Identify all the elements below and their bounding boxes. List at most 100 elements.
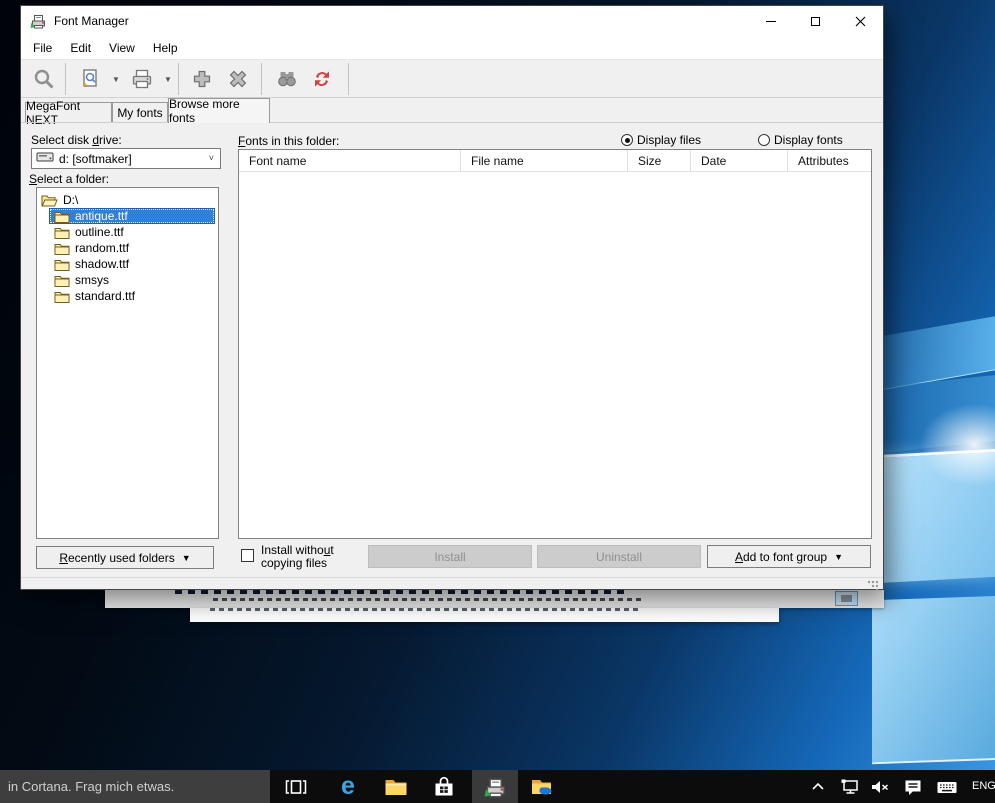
volume-muted-icon — [869, 776, 891, 798]
recently-used-folders-button[interactable]: Recently used folders ▼ — [36, 546, 214, 569]
clipped-text-line — [175, 590, 630, 594]
notifications-icon — [902, 776, 924, 798]
menu-view[interactable]: View — [100, 38, 144, 58]
print-preview-dropdown[interactable]: ▼ — [109, 64, 123, 94]
folder-cloud-icon — [528, 774, 554, 800]
find-button[interactable] — [272, 64, 302, 94]
network-icon — [839, 776, 861, 798]
menu-file[interactable]: File — [24, 38, 61, 58]
install-button[interactable]: Install — [368, 545, 532, 568]
folder-label: Select a folder: — [29, 172, 109, 186]
x-icon — [226, 67, 250, 91]
uninstall-button[interactable]: Uninstall — [537, 545, 701, 568]
tree-root[interactable]: D:\ — [37, 192, 218, 208]
edge-button[interactable]: e — [328, 770, 368, 803]
column-date[interactable]: Date — [691, 150, 788, 171]
keyboard-icon — [935, 775, 959, 799]
selection-highlight — [49, 208, 215, 224]
menu-edit[interactable]: Edit — [61, 38, 100, 58]
minimize-icon — [766, 21, 776, 22]
binoculars-icon — [275, 67, 299, 91]
tab-browse-more-fonts[interactable]: Browse more fonts — [168, 98, 270, 123]
add-to-font-group-button[interactable]: Add to font group ▼ — [707, 545, 871, 568]
open-folder-icon — [41, 194, 58, 207]
column-attributes[interactable]: Attributes — [788, 150, 871, 171]
drive-value: d: [softmaker] — [59, 152, 132, 166]
plus-icon — [190, 67, 214, 91]
menubar: File Edit View Help — [21, 36, 883, 59]
folder-cloud-button[interactable] — [521, 770, 561, 803]
language-indicator[interactable]: ENG — [972, 770, 995, 803]
minimize-button[interactable] — [748, 6, 793, 36]
print-preview-icon — [78, 67, 102, 91]
install-without-copying-label: Install without copying files — [261, 544, 334, 570]
refresh-button[interactable] — [307, 64, 337, 94]
tree-item-shadow[interactable]: shadow.ttf — [37, 256, 218, 272]
print-button[interactable] — [127, 64, 157, 94]
font-manager-window: Font Manager File Edit View Help — [20, 5, 884, 590]
window-title: Font Manager — [54, 14, 129, 28]
tray-expand-button[interactable] — [804, 770, 832, 803]
folder-icon — [54, 258, 70, 271]
task-view-button[interactable] — [276, 770, 316, 803]
drive-icon — [36, 151, 54, 166]
background-window-strip — [105, 590, 884, 608]
dropdown-arrow-icon: ▼ — [834, 552, 843, 562]
background-window-strip-2 — [190, 608, 779, 622]
cortana-search-box[interactable]: in Cortana. Frag mich etwas. — [0, 770, 270, 803]
file-explorer-icon — [383, 774, 409, 800]
tree-item-outline[interactable]: outline.ttf — [37, 224, 218, 240]
store-button[interactable] — [424, 770, 464, 803]
print-dropdown[interactable]: ▼ — [161, 64, 175, 94]
radio-display-fonts[interactable]: Display fonts — [758, 133, 843, 147]
file-explorer-button[interactable] — [376, 770, 416, 803]
close-button[interactable] — [838, 6, 883, 36]
maximize-icon — [811, 17, 820, 26]
printer-icon — [130, 67, 154, 91]
column-file-name[interactable]: File name — [461, 150, 628, 171]
tree-item-standard[interactable]: standard.ttf — [37, 288, 218, 304]
magnifier-icon — [32, 67, 56, 91]
font-manager-icon — [484, 776, 506, 798]
resize-grip[interactable] — [867, 580, 879, 591]
folder-tree[interactable]: D:\ antique.ttf outline.ttf random.ttf — [36, 187, 219, 539]
print-preview-button[interactable] — [75, 64, 105, 94]
refresh-icon — [310, 67, 334, 91]
radio-icon — [621, 134, 633, 146]
folder-icon — [54, 226, 70, 239]
chevron-down-icon: ˅ — [209, 153, 214, 163]
tree-item-antique[interactable]: antique.ttf — [37, 208, 218, 224]
zoom-button[interactable] — [29, 64, 59, 94]
install-without-copying-checkbox[interactable] — [241, 549, 254, 562]
table-header: Font name File name Size Date Attributes — [239, 150, 871, 172]
tree-item-random[interactable]: random.ttf — [37, 240, 218, 256]
column-font-name[interactable]: Font name — [239, 150, 461, 171]
drive-label: Select disk drive: — [31, 133, 122, 147]
disk-drive-select[interactable]: d: [softmaker] ˅ — [31, 148, 221, 169]
tab-megafont-next[interactable]: MegaFont NEXT — [25, 102, 112, 123]
delete-fonts-button[interactable] — [223, 64, 253, 94]
titlebar[interactable]: Font Manager — [21, 6, 883, 36]
clipped-text-line — [213, 598, 643, 601]
folder-icon — [54, 210, 70, 223]
radio-icon — [758, 134, 770, 146]
tab-my-fonts[interactable]: My fonts — [112, 102, 168, 123]
column-size[interactable]: Size — [628, 150, 691, 171]
clipped-text-line — [210, 608, 640, 611]
notifications-tray-button[interactable] — [899, 770, 927, 803]
keyboard-tray-button[interactable] — [932, 770, 962, 803]
folder-icon — [54, 290, 70, 303]
highlighted-icon — [835, 591, 858, 606]
font-manager-taskbar-button[interactable] — [472, 770, 518, 803]
folder-icon — [54, 242, 70, 255]
chevron-up-icon — [810, 779, 826, 795]
menu-help[interactable]: Help — [144, 38, 187, 58]
network-tray-button[interactable] — [836, 770, 864, 803]
radio-display-files[interactable]: Display files — [621, 133, 701, 147]
font-file-table[interactable]: Font name File name Size Date Attributes — [238, 149, 872, 539]
tree-item-smsys[interactable]: smsys — [37, 272, 218, 288]
install-fonts-button[interactable] — [187, 64, 217, 94]
volume-tray-button[interactable] — [866, 770, 894, 803]
maximize-button[interactable] — [793, 6, 838, 36]
statusbar-divider — [21, 577, 883, 578]
